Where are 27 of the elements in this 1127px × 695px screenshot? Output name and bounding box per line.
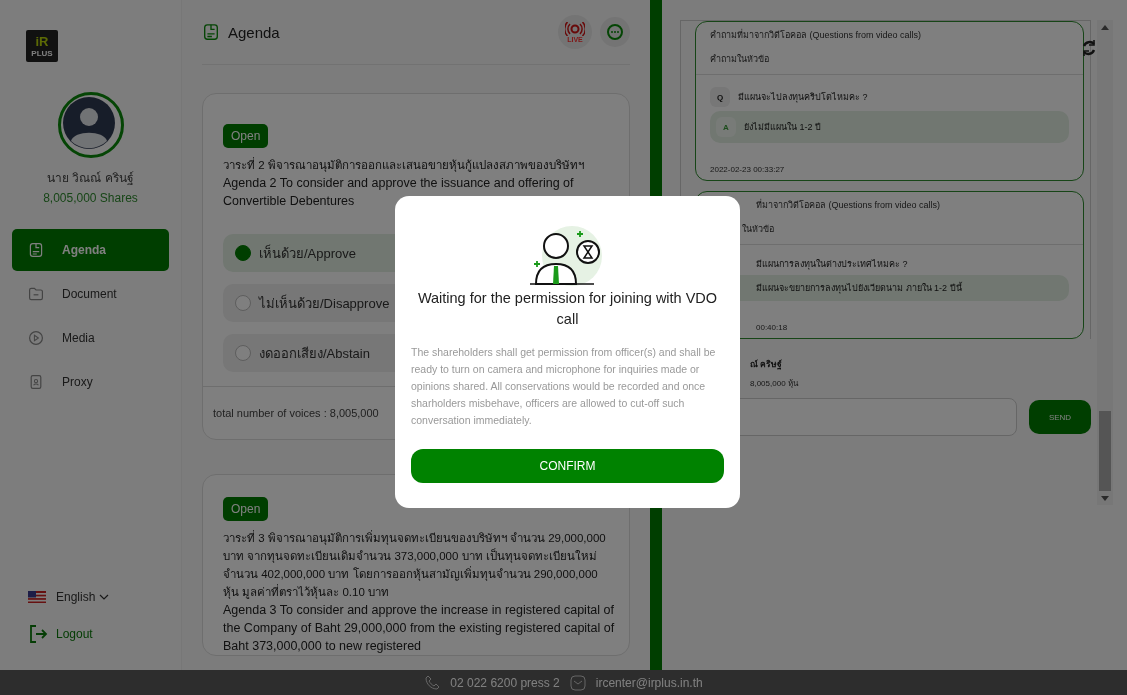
answer-mark-badge: A (716, 117, 736, 137)
question-text: มีแผนจะไปลงทุนคริปโตไหมคะ ? (738, 91, 868, 104)
status-badge: Open (223, 124, 269, 148)
question-text: มีแผนการลงทุนในต่างประเทศไหมคะ ? (756, 258, 908, 271)
logo-caption: PLUS (31, 48, 53, 58)
answer-text: มีแผนจะขยายการลงทุนไปยังเวียดนาม ภายใน 1-2 ปีนี้ (756, 281, 962, 295)
phone-number: 02 022 6200 press 2 (450, 675, 560, 690)
agenda-title-thai: วาระที่ 2 พิจารณาอนุมัติการออกและเสนอขายหุ้นกู้แปลงสภาพของบริษัทฯ (223, 156, 585, 174)
thread-subtitle: คำถามในหัวข้อ (696, 42, 1083, 75)
author-name: ณ์ คริษฐ์ (750, 358, 783, 371)
agenda-title-english: Agenda 3 To consider and approve the increase in registered capital of the Company of Baht 29,000,000 from the existing registered capital of Baht 373,000,000 to new registered (223, 602, 615, 655)
page-title: Agenda (228, 23, 280, 41)
question-mark-badge: Q (710, 87, 730, 107)
agenda-title-english: Agenda 2 To consider and approve the issuance and offering of Convertible Debentures (223, 175, 575, 210)
timestamp: 00:40:18 (755, 323, 789, 332)
logo-mark: iR (35, 34, 49, 49)
answer-text: ยังไม่มีแผนใน 1-2 ปี (744, 121, 821, 134)
agenda-title-thai: วาระที่ 3 พิจารณาอนุมัติการเพิ่มทุนจดทะเบียนของบริษัทฯ จำนวน 29,000,000 บาท จากทุนจดทะเบียนเดิมจำนวน 373,000,000 บาท เป็นทุนจดทะเบียนใหม่จำนวน 402,000,000 บาท โดยการออกหุ้นสามัญเพิ่มทุนจำนวน 290,000,000 หุ้น มูลค่าที่ตราไว้หุ้นละ 0.10 บาท (223, 529, 607, 601)
thread-title: ที่มาจากวิดีโอคอล (Questions from video calls) (755, 198, 942, 212)
status-badge: Open (223, 497, 269, 521)
email-address: ircenter@irplus.in.th (595, 675, 703, 690)
dialog-title: Waiting for the permission for joining with VDO call (416, 289, 719, 329)
user-shares: 8,005,000 Shares (43, 191, 138, 205)
thread-title: คำถามที่มาจากวิดีโอคอล (Questions from video calls) (710, 28, 923, 42)
author-shares: 8,005,000 หุ้น (750, 378, 798, 390)
timestamp: 2022-02-23 00:33:27 (710, 165, 786, 174)
user-name: นาย วิณณ์ ครินฐ์ (47, 170, 134, 187)
